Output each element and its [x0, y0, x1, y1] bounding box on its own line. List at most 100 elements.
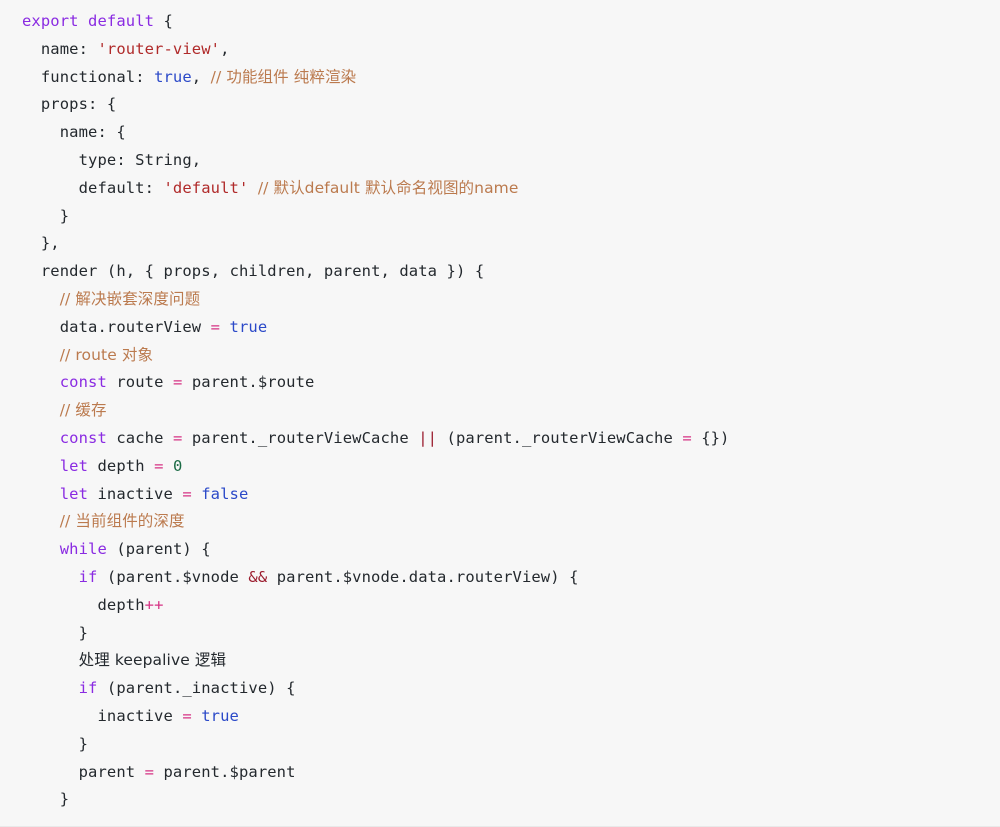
- code-line: data.routerView = true: [22, 314, 1000, 342]
- code-line: // route 对象: [22, 342, 1000, 370]
- code-line: inactive = true: [22, 703, 1000, 731]
- code-line: // 缓存: [22, 397, 1000, 425]
- code-token-keyword: const: [59, 428, 107, 447]
- code-token-plain: props: {: [40, 95, 117, 114]
- code-block[interactable]: export default { name: 'router-view', fu…: [0, 0, 1000, 827]
- code-token-plain: ._routerViewCache: [512, 428, 683, 447]
- code-token-identifier: depth: [97, 456, 145, 475]
- code-token-keyword: let: [59, 484, 89, 503]
- code-token-identifier: cache: [116, 428, 164, 447]
- code-line: depth++: [22, 592, 1000, 620]
- code-token-operator: =: [210, 317, 221, 336]
- code-token-plain: ._routerViewCache: [248, 428, 419, 447]
- code-token-plain: }: [78, 734, 89, 753]
- code-token-plain: name: {: [59, 123, 126, 142]
- code-token-plain: .$vnode: [172, 567, 249, 586]
- code-token-plain: (: [106, 262, 117, 281]
- code-line: }: [22, 731, 1000, 759]
- code-token-plain: (: [97, 679, 117, 698]
- code-token-identifier: inactive: [97, 484, 173, 503]
- code-token-comment: // route 对象: [59, 345, 154, 364]
- code-token-identifier: parent: [125, 540, 183, 559]
- code-token-plain: }: [59, 790, 70, 809]
- code-token-identifier: parent: [78, 762, 136, 781]
- code-line: export default {: [22, 8, 1000, 36]
- code-token-identifier: parent: [116, 567, 173, 586]
- code-token-keyword: default: [88, 12, 155, 30]
- code-line: const route = parent.$route: [22, 369, 1000, 397]
- code-token-plain: ) {: [182, 540, 211, 559]
- code-token-plain: (: [97, 567, 117, 586]
- code-token-string: 'router-view': [97, 39, 221, 58]
- code-line: // 解决嵌套深度问题: [22, 286, 1000, 314]
- code-token-plain: }: [78, 623, 89, 642]
- code-token-logical: ||: [418, 428, 438, 447]
- code-token-keyword: export: [22, 12, 79, 30]
- code-line: }: [22, 786, 1000, 814]
- code-token-keyword: while: [59, 540, 107, 559]
- code-line: if (parent.$vnode && parent.$vnode.data.…: [22, 564, 1000, 592]
- code-token-plain: {}): [691, 428, 730, 447]
- code-token-bool: false: [201, 484, 249, 503]
- code-token-identifier: depth: [97, 595, 145, 614]
- code-token-plain: {: [154, 12, 173, 30]
- code-token-identifier: data: [399, 262, 438, 281]
- code-token-plain: functional:: [40, 67, 155, 86]
- code-line: let inactive = false: [22, 481, 1000, 509]
- code-line: name: {: [22, 119, 1000, 147]
- code-line: let depth = 0: [22, 453, 1000, 481]
- code-token-identifier: inactive: [97, 706, 173, 725]
- code-token-bool: true: [229, 317, 268, 336]
- code-token-plain: (: [106, 540, 126, 559]
- code-token-number: 0: [172, 456, 183, 475]
- code-token-operator: =: [682, 428, 692, 447]
- code-token-keyword: const: [59, 373, 107, 392]
- code-line: },: [22, 230, 1000, 258]
- code-token-identifier: parent: [163, 762, 221, 781]
- code-token-plain: ,: [220, 39, 230, 58]
- code-token-operator: =: [172, 373, 183, 392]
- code-token-identifier: data: [59, 317, 98, 336]
- code-token-plain: ,: [380, 262, 400, 281]
- code-token-plain: ,: [305, 262, 324, 281]
- code-token-identifier: parent: [116, 679, 173, 698]
- code-token-comment: // 当前组件的深度: [59, 512, 185, 531]
- code-line: render (h, { props, children, parent, da…: [22, 258, 1000, 286]
- code-token-plain: type: String,: [78, 150, 202, 169]
- code-line: 处理 keepalive 逻辑: [22, 647, 1000, 675]
- code-token-plain: render: [40, 262, 107, 281]
- code-line: if (parent._inactive) {: [22, 675, 1000, 703]
- code-token-identifier: props: [163, 262, 211, 281]
- code-token-comment: // 功能组件 纯粹渲染: [210, 67, 357, 86]
- code-token-operator: =: [182, 706, 192, 725]
